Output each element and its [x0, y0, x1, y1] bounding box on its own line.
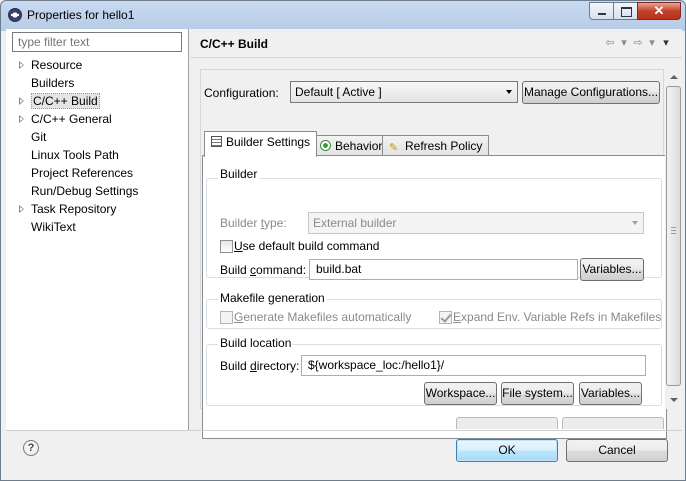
tree-item-label: Task Repository [31, 202, 117, 216]
properties-dialog: Properties for hello1 ✕ Resource Builders… [0, 0, 686, 481]
tree-item-label: Run/Debug Settings [31, 184, 139, 198]
back-arrow-icon[interactable]: ⇦ [602, 36, 618, 49]
minimize-button[interactable] [589, 2, 614, 20]
builder-settings-panel: Builder Builder type: External builder U… [202, 155, 667, 439]
view-menu-icon[interactable]: ▾ [658, 36, 674, 49]
file-system-button[interactable]: File system... [501, 382, 574, 405]
use-default-build-command-label[interactable]: Use default build command [234, 239, 379, 253]
window-title: Properties for hello1 [27, 8, 135, 22]
tree-item-git[interactable]: Git [6, 128, 189, 146]
expand-arrow-icon[interactable] [19, 97, 24, 105]
build-directory-input[interactable]: ${workspace_loc:/hello1}/ [301, 355, 646, 376]
forward-menu-icon[interactable]: ▾ [648, 36, 656, 49]
expand-arrow-icon[interactable] [19, 115, 24, 123]
title-separator [190, 57, 682, 58]
maximize-button[interactable] [613, 2, 638, 20]
expand-arrow-icon[interactable] [19, 205, 24, 213]
tree-item-label: Git [31, 130, 47, 144]
tree-item-run-debug-settings[interactable]: Run/Debug Settings [6, 182, 189, 200]
close-icon: ✕ [653, 3, 665, 18]
radio-icon [320, 140, 331, 151]
tab-label: Builder Settings [226, 135, 311, 149]
forward-arrow-icon[interactable]: ⇨ [630, 36, 646, 49]
builder-type-label: Builder type: [220, 216, 287, 230]
title-bar[interactable]: Properties for hello1 ✕ [1, 1, 685, 29]
help-icon[interactable]: ? [23, 440, 39, 456]
dropdown-arrow-icon [506, 90, 512, 94]
builder-type-value: External builder [313, 216, 397, 230]
builder-variables-button[interactable]: Variables... [580, 258, 644, 281]
close-button[interactable]: ✕ [637, 2, 681, 20]
expand-arrow-icon[interactable] [19, 61, 24, 69]
tree-item-label: Builders [31, 76, 75, 90]
use-default-build-command-checkbox[interactable] [220, 240, 233, 253]
tab-label: Refresh Policy [405, 139, 483, 153]
scroll-up-icon[interactable] [665, 69, 682, 86]
makefile-group-title: Makefile generation [218, 291, 327, 305]
cancel-button[interactable]: Cancel [566, 439, 668, 462]
tree-item-label: C/C++ Build [31, 93, 100, 109]
page-title: C/C++ Build [200, 37, 269, 51]
configuration-value: Default [ Active ] [295, 85, 382, 99]
tree-item-resource[interactable]: Resource [6, 56, 189, 74]
tab-builder-settings[interactable]: Builder Settings [204, 131, 318, 157]
tab-refresh-policy[interactable]: ✎ Refresh Policy [382, 135, 490, 155]
tree-item-project-references[interactable]: Project References [6, 164, 189, 182]
build-command-input[interactable]: build.bat [309, 259, 578, 280]
eclipse-icon [8, 8, 22, 22]
expand-env-refs-checkbox[interactable] [439, 311, 452, 324]
tree-item-builders[interactable]: Builders [6, 74, 189, 92]
tree-item-wikitext[interactable]: WikiText [6, 218, 189, 236]
workspace-button[interactable]: Workspace... [424, 382, 497, 405]
build-location-group-title: Build location [218, 336, 294, 350]
build-directory-label: Build directory: [220, 359, 300, 373]
manage-configurations-button[interactable]: Manage Configurations... [522, 81, 660, 104]
expand-env-refs-label[interactable]: Expand Env. Variable Refs in Makefiles [453, 310, 661, 324]
tree-item-label: WikiText [31, 220, 76, 234]
builder-type-select[interactable]: External builder [308, 212, 644, 234]
tab-label: Behavior [335, 139, 383, 153]
configuration-label: Configuration: [204, 86, 279, 100]
location-variables-button[interactable]: Variables... [579, 382, 642, 405]
page-navigation: ⇦ ▾ ⇨ ▾ ▾ [602, 33, 674, 51]
dropdown-arrow-icon [632, 221, 638, 225]
configuration-select[interactable]: Default [ Active ] [290, 81, 518, 103]
scroll-down-icon[interactable] [665, 392, 682, 409]
filter-input[interactable] [12, 32, 182, 52]
dialog-body: Resource Builders C/C++ Build C/C++ General… [6, 29, 682, 476]
builder-group-title: Builder [218, 167, 260, 181]
tree-item-label: Linux Tools Path [31, 148, 119, 162]
apply-button-edge[interactable] [562, 417, 664, 429]
document-icon [211, 136, 222, 147]
generate-makefiles-label[interactable]: Generate Makefiles automatically [234, 310, 411, 324]
generate-makefiles-checkbox[interactable] [220, 311, 233, 324]
refresh-icon: ✎ [389, 142, 399, 154]
tree-item-linux-tools-path[interactable]: Linux Tools Path [6, 146, 189, 164]
tree-item-label: Resource [31, 58, 83, 72]
property-page-tree: Resource Builders C/C++ Build C/C++ General… [6, 56, 189, 236]
tree-item-label: Project References [31, 166, 134, 180]
build-command-label: Build command: [220, 263, 307, 277]
scroll-thumb[interactable] [666, 86, 681, 386]
restore-defaults-button-edge[interactable] [456, 417, 558, 429]
property-page: C/C++ Build ⇦ ▾ ⇨ ▾ ▾ Configuration: Def… [190, 29, 682, 439]
tree-item-c-c-build[interactable]: C/C++ Build [6, 92, 189, 110]
ok-button[interactable]: OK [456, 439, 558, 462]
footer-separator [6, 430, 682, 431]
tree-item-c-c-general[interactable]: C/C++ General [6, 110, 189, 128]
tree-item-label: C/C++ General [31, 112, 112, 126]
tree-item-task-repository[interactable]: Task Repository [6, 200, 189, 218]
tab-behavior[interactable]: Behavior [313, 135, 390, 155]
page-scrollbar[interactable] [665, 69, 682, 409]
preference-navigation: Resource Builders C/C++ Build C/C++ General… [6, 29, 189, 430]
back-menu-icon[interactable]: ▾ [620, 36, 628, 49]
